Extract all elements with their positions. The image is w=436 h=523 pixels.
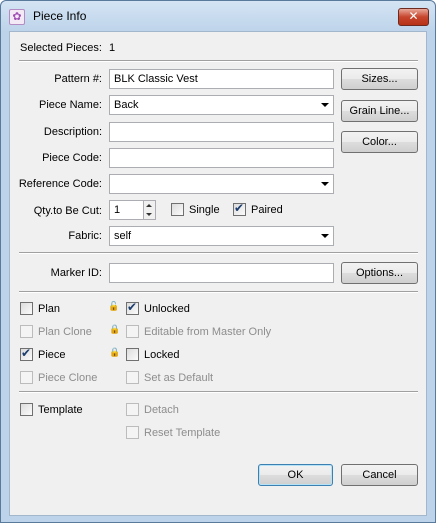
- plan-clone-checkbox[interactable]: [20, 325, 33, 338]
- fabric-value: self: [114, 230, 132, 242]
- piece-label: Piece: [38, 349, 66, 361]
- app-icon: ✿: [9, 9, 25, 25]
- plan-checkbox[interactable]: [20, 302, 33, 315]
- ok-button[interactable]: OK: [258, 464, 333, 486]
- locked-label: Locked: [144, 349, 180, 361]
- grain-line-button[interactable]: Grain Line...: [341, 100, 418, 122]
- description-label: Description:: [43, 126, 102, 138]
- spin-up-icon[interactable]: [146, 204, 152, 207]
- sizes-button[interactable]: Sizes...: [341, 68, 418, 90]
- qty-input[interactable]: 1: [109, 200, 145, 220]
- plan-label: Plan: [38, 303, 61, 315]
- reference-code-label: Reference Code:: [18, 178, 102, 190]
- template-label: Template: [38, 404, 83, 416]
- template-checkbox[interactable]: [20, 403, 33, 416]
- chevron-down-icon: [321, 182, 329, 186]
- title-bar[interactable]: ✿ Piece Info ✕: [1, 1, 435, 31]
- checkmark-icon: ✔: [127, 300, 138, 314]
- dialog-client: Selected Pieces: 1 Pattern #: BLK Classi…: [9, 31, 427, 516]
- set-default-checkbox[interactable]: [126, 371, 139, 384]
- set-default-label: Set as Default: [144, 372, 214, 384]
- reference-code-combo[interactable]: [109, 174, 334, 194]
- selected-pieces-label: Selected Pieces:: [20, 42, 102, 54]
- checkmark-icon: ✔: [21, 346, 32, 360]
- editable-master-checkbox[interactable]: [126, 325, 139, 338]
- paired-label: Paired: [251, 204, 283, 216]
- unlocked-checkbox[interactable]: ✔: [126, 300, 139, 315]
- lock-icon: 🔒: [109, 325, 121, 335]
- separator: [19, 60, 418, 62]
- piece-info-window: ✿ Piece Info ✕ Selected Pieces: 1 Patter…: [0, 0, 436, 523]
- fabric-combo[interactable]: self: [109, 226, 334, 246]
- separator: [19, 252, 418, 254]
- marker-id-input[interactable]: [109, 263, 334, 283]
- description-input[interactable]: [109, 122, 334, 142]
- piece-name-label: Piece Name:: [39, 99, 102, 111]
- checkmark-icon: ✔: [234, 201, 245, 215]
- pattern-label: Pattern #:: [54, 73, 102, 85]
- separator: [19, 391, 418, 393]
- chevron-down-icon: [321, 234, 329, 238]
- plan-clone-label: Plan Clone: [38, 326, 92, 338]
- reset-template-checkbox[interactable]: [126, 426, 139, 439]
- detach-label: Detach: [144, 404, 179, 416]
- paired-checkbox[interactable]: ✔: [233, 201, 246, 216]
- locked-checkbox[interactable]: [126, 348, 139, 361]
- window-title: Piece Info: [33, 9, 87, 23]
- separator: [19, 291, 418, 293]
- piece-code-label: Piece Code:: [42, 152, 102, 164]
- single-label: Single: [189, 204, 220, 216]
- qty-stepper[interactable]: [143, 200, 156, 220]
- piece-checkbox[interactable]: ✔: [20, 346, 33, 361]
- reset-template-label: Reset Template: [144, 427, 221, 439]
- fabric-label: Fabric:: [68, 230, 102, 242]
- editable-master-label: Editable from Master Only: [144, 326, 272, 338]
- piece-clone-label: Piece Clone: [38, 372, 98, 384]
- qty-label: Qty.to Be Cut:: [33, 205, 102, 217]
- unlocked-label: Unlocked: [144, 303, 190, 315]
- detach-checkbox[interactable]: [126, 403, 139, 416]
- close-button[interactable]: ✕: [398, 8, 429, 26]
- selected-pieces-value: 1: [109, 42, 116, 54]
- chevron-down-icon: [321, 103, 329, 107]
- lock-open-icon: 🔓: [108, 302, 120, 312]
- piece-clone-checkbox[interactable]: [20, 371, 33, 384]
- color-button[interactable]: Color...: [341, 131, 418, 153]
- pattern-input[interactable]: BLK Classic Vest: [109, 69, 334, 89]
- cancel-button[interactable]: Cancel: [341, 464, 418, 486]
- piece-code-input[interactable]: [109, 148, 334, 168]
- single-checkbox[interactable]: [171, 203, 184, 216]
- marker-id-label: Marker ID:: [50, 267, 102, 279]
- piece-name-combo[interactable]: Back: [109, 95, 334, 115]
- close-icon: ✕: [408, 9, 419, 23]
- lock-icon: 🔒: [109, 348, 121, 358]
- piece-name-value: Back: [114, 99, 139, 111]
- spin-down-icon[interactable]: [146, 213, 152, 216]
- options-button[interactable]: Options...: [341, 262, 418, 284]
